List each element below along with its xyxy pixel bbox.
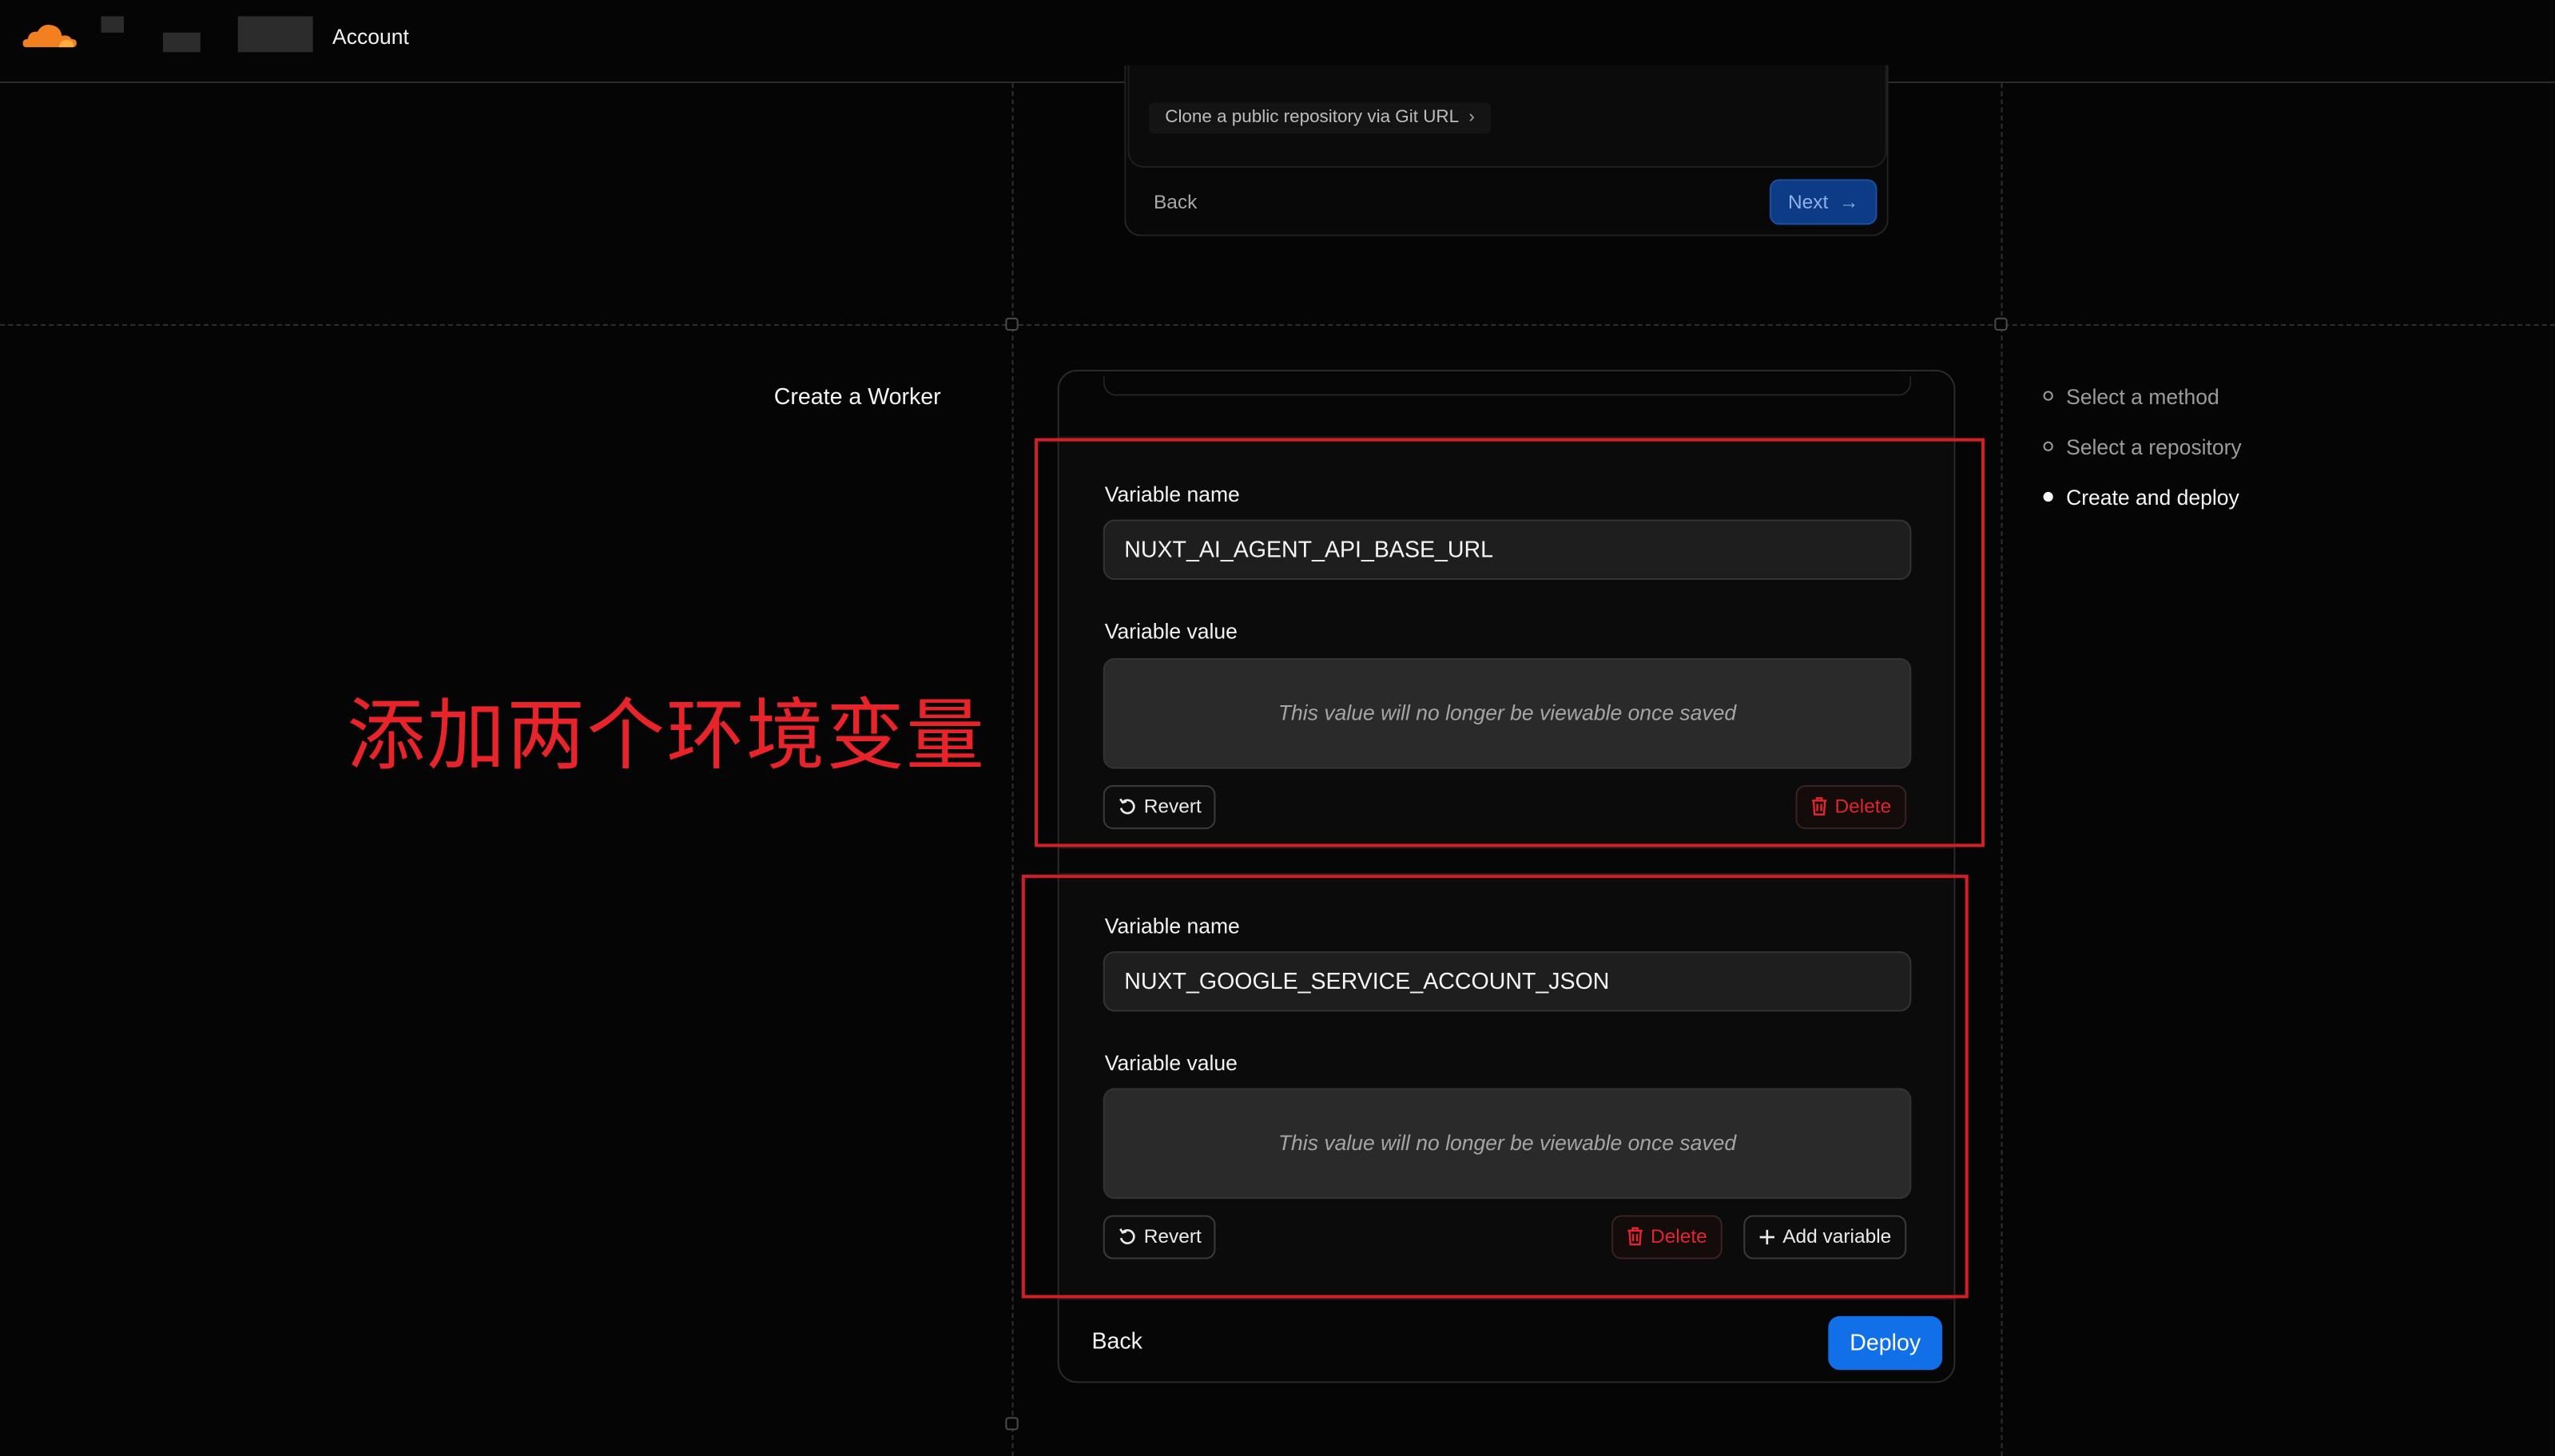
step-label: Select a method <box>2066 384 2219 409</box>
previous-section-edge <box>1103 376 1912 396</box>
annotation-text: 添加两个环境变量 <box>347 690 986 782</box>
screen: Account Clone a public repository via Gi… <box>0 0 2555 1456</box>
redacted-breadcrumb <box>237 16 313 53</box>
back-button[interactable]: Back <box>1091 1327 1142 1354</box>
redacted-breadcrumb <box>101 16 125 33</box>
redacted-breadcrumb <box>162 32 201 53</box>
cloudflare-logo-icon[interactable] <box>19 22 79 51</box>
previous-back-button[interactable]: Back <box>1154 191 1197 214</box>
annotation-box <box>1035 438 1985 847</box>
guide-corner <box>1005 317 1019 331</box>
step-create-and-deploy[interactable]: Create and deploy <box>2043 485 2239 510</box>
step-label: Create and deploy <box>2066 485 2239 510</box>
guide-corner <box>1005 1417 1019 1430</box>
page-title: Create a Worker <box>773 383 941 409</box>
clone-repo-label: Clone a public repository via Git URL <box>1165 107 1460 128</box>
next-button[interactable]: Next → <box>1769 179 1878 225</box>
layout-guide <box>1011 83 1014 1456</box>
step-select-method[interactable]: Select a method <box>2043 384 2219 409</box>
annotation-box <box>1021 875 1969 1299</box>
next-label: Next <box>1787 190 1829 214</box>
step-label: Select a repository <box>2066 434 2242 460</box>
step-dot-icon <box>2043 441 2053 451</box>
step-select-repository[interactable]: Select a repository <box>2043 434 2242 460</box>
account-menu[interactable]: Account <box>332 25 409 50</box>
clone-repo-link[interactable]: Clone a public repository via Git URL › <box>1148 102 1492 134</box>
layout-guide <box>0 323 2555 326</box>
step-dot-icon <box>2043 391 2053 401</box>
chevron-right-icon: › <box>1468 107 1475 128</box>
arrow-right-icon: → <box>1834 190 1859 214</box>
step-dot-icon <box>2043 491 2053 502</box>
layout-guide <box>2001 83 2003 1456</box>
guide-corner <box>1994 317 2008 331</box>
deploy-button[interactable]: Deploy <box>1828 1315 1943 1371</box>
